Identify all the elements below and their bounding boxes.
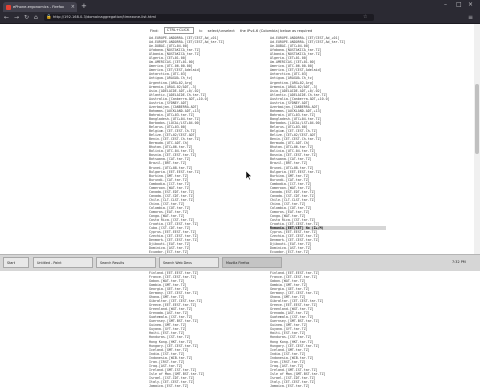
clock: 7:32 PM bbox=[452, 260, 466, 264]
url-text[interactable]: http://192.168.0.3/domainaggregation/tim… bbox=[53, 14, 156, 21]
new-tab-button[interactable]: + bbox=[81, 2, 87, 11]
minimize-button[interactable]: – bbox=[444, 1, 447, 8]
tab-close-icon[interactable]: × bbox=[71, 4, 75, 10]
start-button[interactable]: Start bbox=[3, 257, 29, 268]
browser-titlebar: ePhone-ergonomics - Firefox × + – □ × bbox=[0, 0, 480, 12]
scrollbar-thumb[interactable] bbox=[475, 84, 479, 154]
taskbar-item-2[interactable]: Search Web Devs bbox=[159, 257, 219, 268]
taskbar-item-0[interactable]: Untitled - Paint bbox=[33, 257, 93, 268]
maximize-button[interactable]: □ bbox=[456, 1, 462, 8]
menu-icon[interactable]: ≡ bbox=[468, 13, 473, 22]
tab-favicon-icon bbox=[6, 4, 11, 10]
window-close-button[interactable]: × bbox=[468, 1, 473, 8]
taskbar-item-3[interactable]: Mozilla Firefox bbox=[222, 257, 282, 268]
reload-icon[interactable]: ↻ bbox=[24, 13, 29, 22]
find-query[interactable]: CTRL+CLICK bbox=[163, 27, 194, 34]
home-icon[interactable]: ⌂ bbox=[34, 13, 38, 22]
browser-tab[interactable]: ePhone-ergonomics - Firefox × bbox=[3, 2, 77, 12]
taskbar: Start Untitled - Paint Search Results Se… bbox=[0, 254, 480, 271]
page-scrollbar[interactable] bbox=[474, 24, 480, 254]
find-separator: to bbox=[198, 28, 203, 33]
find-action: select/unselect bbox=[207, 28, 235, 33]
lock-icon: 🔒 bbox=[46, 15, 52, 20]
timezone-row[interactable]: Jamaica.[EST.tar.TZ] bbox=[149, 384, 265, 388]
taskbar-item-1[interactable]: Search Results bbox=[96, 257, 156, 268]
tab-title: ePhone-ergonomics - Firefox bbox=[13, 5, 65, 9]
timezone-row[interactable]: Jamaica.[EST.tar.TZ] bbox=[270, 384, 386, 388]
find-note: the IPv4-6 (Colombia) below as required bbox=[239, 28, 313, 33]
forward-icon[interactable]: → bbox=[14, 13, 19, 22]
back-icon[interactable]: ← bbox=[4, 13, 9, 22]
bookmark-star-icon[interactable]: ☆ bbox=[363, 14, 367, 21]
timezone-list-left[interactable]: Ad-EUROPE.ANDORRA.[CET/CEST,Ad_+01] Ad-EU… bbox=[149, 36, 265, 388]
timezone-list-right[interactable]: Ad-EUROPE.ANDORRA.[CET/CEST,Ad_+01] Ad-EU… bbox=[270, 36, 386, 388]
address-bar[interactable]: 🔒 http://192.168.0.3/domainaggregation/t… bbox=[44, 14, 374, 21]
find-label: Find: bbox=[150, 28, 159, 33]
find-instruction-row: Find: CTRL+CLICK to select/unselect the … bbox=[150, 27, 316, 35]
mouse-cursor-icon bbox=[246, 171, 252, 180]
